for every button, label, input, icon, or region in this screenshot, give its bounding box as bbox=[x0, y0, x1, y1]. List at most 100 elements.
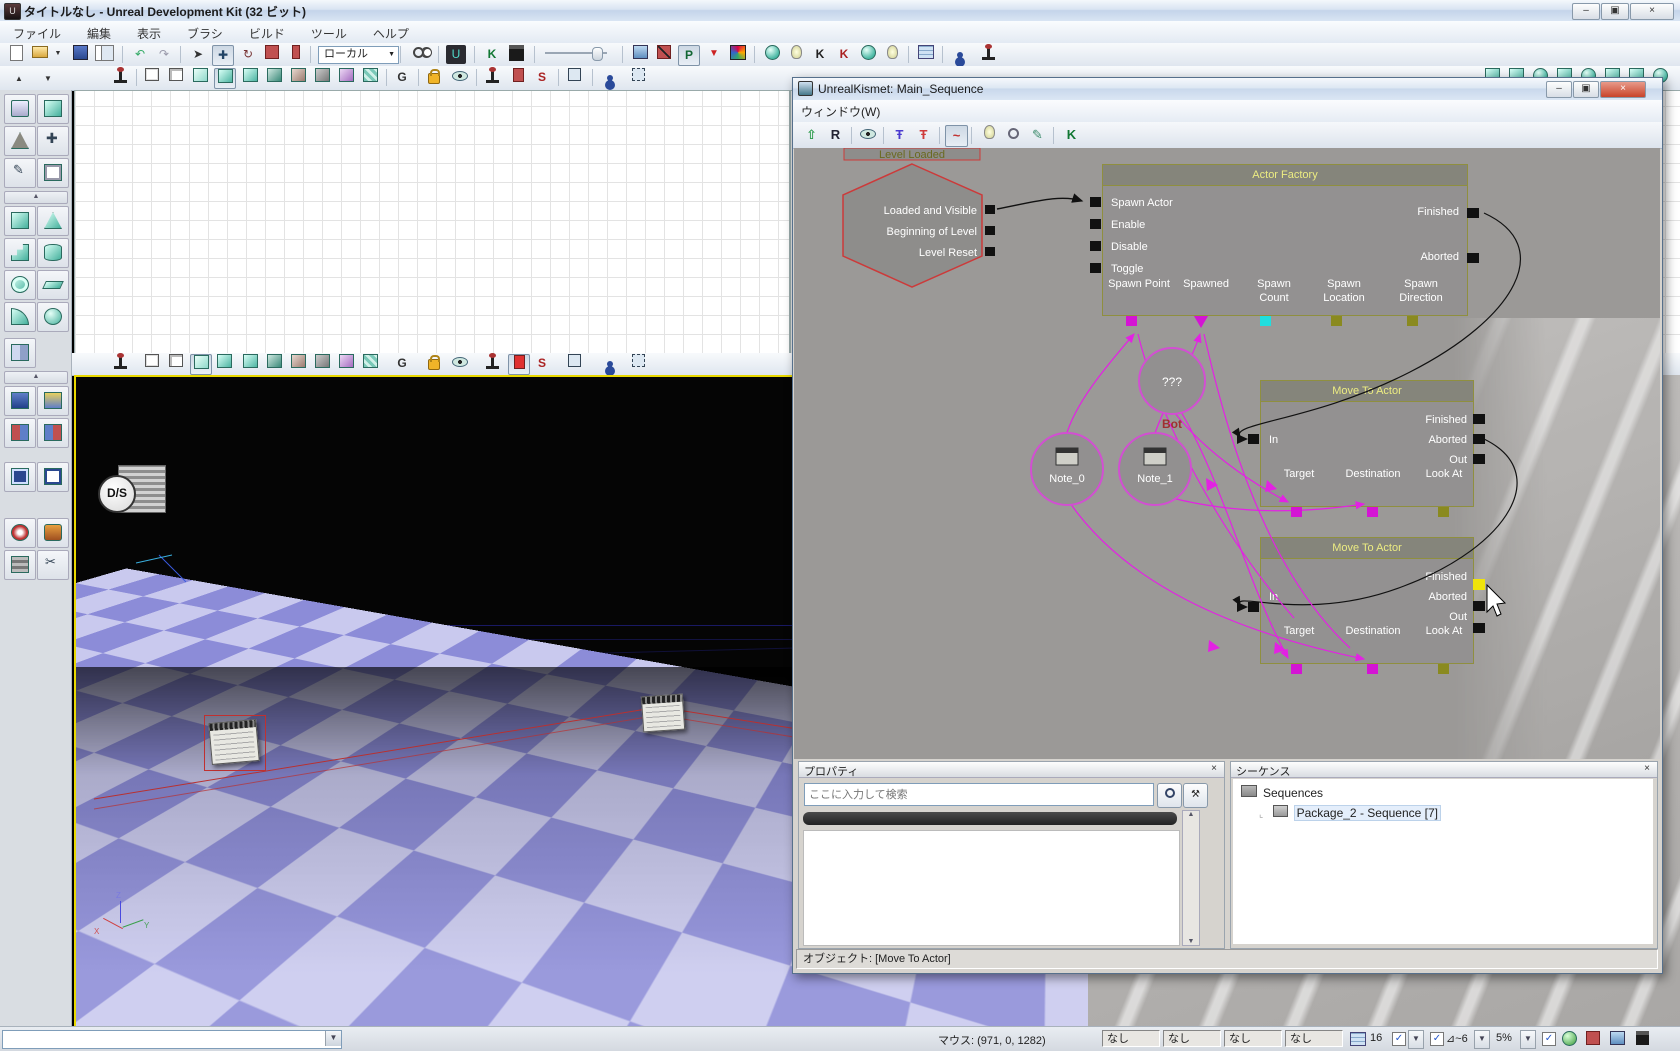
menu-tools[interactable]: ツール bbox=[298, 21, 360, 42]
p-game-view-icon[interactable]: G bbox=[392, 354, 412, 373]
lit-mode-icon[interactable] bbox=[214, 68, 236, 89]
kismet-menu-window[interactable]: ウィンドウ(W) bbox=[793, 100, 888, 123]
square-select-icon[interactable] bbox=[564, 68, 584, 87]
status-camera-icon[interactable] bbox=[1636, 1031, 1649, 1048]
csg-subtract-button[interactable] bbox=[37, 386, 69, 416]
af-port-toggle[interactable] bbox=[1090, 263, 1101, 273]
variable-bot-circle[interactable] bbox=[1139, 348, 1205, 414]
properties-body[interactable] bbox=[803, 830, 1180, 946]
undo-icon[interactable]: ↶ bbox=[130, 45, 150, 64]
select-grid-button[interactable] bbox=[4, 550, 36, 580]
sheet-primitive-button[interactable] bbox=[37, 270, 69, 300]
camera-speed-icon[interactable] bbox=[482, 68, 502, 87]
status-field-4[interactable]: なし bbox=[1285, 1030, 1343, 1047]
cylinder-primitive-button[interactable] bbox=[37, 238, 69, 268]
mta1-input-in[interactable]: In bbox=[1269, 434, 1278, 446]
stamp-icon[interactable] bbox=[978, 45, 998, 64]
p-show-flags-icon[interactable] bbox=[450, 354, 470, 373]
geometry-edit-button[interactable]: ✎ bbox=[4, 158, 36, 188]
minimize-button[interactable]: – bbox=[1572, 3, 1600, 20]
mta1-var-target[interactable]: Target bbox=[1269, 467, 1329, 481]
mta2-input-in[interactable]: In bbox=[1269, 591, 1278, 603]
rotation-snap-checkbox[interactable]: ✓ bbox=[1430, 1032, 1444, 1046]
maximize-viewport-icon[interactable] bbox=[110, 68, 130, 87]
close-button[interactable]: × bbox=[1630, 3, 1674, 20]
mta2-var-target[interactable]: Target bbox=[1269, 624, 1329, 638]
note-actor-right[interactable] bbox=[641, 694, 685, 733]
event-port-1[interactable] bbox=[985, 226, 995, 235]
mta2-port-target[interactable] bbox=[1291, 664, 1302, 674]
kismet-rename-icon[interactable]: R bbox=[825, 125, 846, 145]
af-port-spawn-point[interactable] bbox=[1126, 316, 1137, 326]
properties-close-icon[interactable]: × bbox=[1207, 763, 1221, 776]
mta2-var-destination[interactable]: Destination bbox=[1333, 624, 1413, 638]
terrain-mode-button[interactable] bbox=[4, 126, 36, 156]
af-port-spawn-count[interactable] bbox=[1260, 316, 1271, 326]
af-var-spawn-point[interactable]: Spawn Point bbox=[1107, 277, 1171, 291]
mta2-port-look-at[interactable] bbox=[1438, 664, 1449, 674]
cut-tool-button[interactable]: ✂ bbox=[37, 550, 69, 580]
af-input-enable[interactable]: Enable bbox=[1111, 219, 1145, 231]
kismet-close-button[interactable]: × bbox=[1600, 81, 1646, 98]
sequences-tree[interactable]: Sequences ⌞ Package_2 - Sequence [7] bbox=[1233, 779, 1653, 944]
content-browser-icon[interactable]: U bbox=[446, 45, 466, 64]
af-port-disable[interactable] bbox=[1090, 241, 1101, 251]
geometry-visibility-icon[interactable] bbox=[858, 45, 878, 64]
cube-primitive-button[interactable] bbox=[4, 206, 36, 236]
sequences-close-icon[interactable]: × bbox=[1640, 763, 1654, 776]
status-combo-dropdown-icon[interactable]: ▼ bbox=[325, 1031, 341, 1046]
player-start-icon[interactable] bbox=[600, 68, 620, 87]
mta1-port-look-at[interactable] bbox=[1438, 507, 1449, 517]
kismet-open-content-icon[interactable]: ✎ bbox=[1027, 125, 1048, 145]
brush-wire-button[interactable] bbox=[37, 158, 69, 188]
p-lightcomplexity-icon[interactable] bbox=[264, 354, 284, 373]
camera-mode-button[interactable] bbox=[4, 94, 36, 124]
af-output-finished[interactable]: Finished bbox=[1417, 206, 1459, 218]
p-reflections-icon[interactable] bbox=[360, 354, 380, 373]
af-port-enable[interactable] bbox=[1090, 219, 1101, 229]
detach-viewport-icon[interactable] bbox=[628, 68, 648, 87]
grid-snap-checkbox[interactable]: ✓ bbox=[1392, 1032, 1406, 1046]
brushwire-mode-icon[interactable] bbox=[166, 68, 186, 87]
p-texturedensity-icon[interactable] bbox=[312, 354, 332, 373]
p-scale-grid-icon[interactable]: S bbox=[532, 354, 552, 373]
mta2-output-aborted[interactable]: Aborted bbox=[1428, 591, 1467, 603]
hide-selected-button[interactable] bbox=[37, 518, 69, 548]
mta1-port-target[interactable] bbox=[1291, 507, 1302, 517]
toolbox-separator-1[interactable]: ▲ bbox=[4, 191, 68, 204]
add-volume-button[interactable] bbox=[37, 462, 69, 492]
scale-snap-checkbox[interactable]: ✓ bbox=[1542, 1032, 1556, 1046]
save-all-icon[interactable] bbox=[94, 45, 114, 64]
note-actor-left[interactable] bbox=[208, 719, 259, 765]
maximize-button[interactable]: ▣ bbox=[1601, 3, 1629, 20]
grid-dropdown-icon[interactable]: ▼ bbox=[1408, 1030, 1424, 1049]
viewport-combo-down-icon[interactable]: ▼ bbox=[38, 68, 58, 87]
play-in-editor-icon[interactable]: P bbox=[678, 45, 700, 66]
af-input-toggle[interactable]: Toggle bbox=[1111, 263, 1143, 275]
mta1-port-in[interactable] bbox=[1248, 434, 1259, 444]
lightcomplexity-mode-icon[interactable] bbox=[264, 68, 284, 87]
build-paths-err-icon[interactable]: K bbox=[834, 45, 854, 64]
scale-nonuniform-icon[interactable] bbox=[286, 45, 306, 64]
menu-brush[interactable]: ブラシ bbox=[174, 21, 236, 42]
mta1-var-destination[interactable]: Destination bbox=[1333, 467, 1413, 481]
menu-help[interactable]: ヘルプ bbox=[360, 21, 422, 42]
volumes-book-button[interactable] bbox=[4, 338, 36, 368]
wireframe-mode-icon[interactable] bbox=[142, 68, 162, 87]
properties-category-bar[interactable] bbox=[803, 812, 1177, 825]
event-port-0[interactable] bbox=[985, 205, 995, 214]
af-port-spawn-actor[interactable] bbox=[1090, 197, 1101, 207]
kismet-zoom-out-icon[interactable]: Ŧ bbox=[913, 125, 934, 145]
mta2-port-destination[interactable] bbox=[1367, 664, 1378, 674]
p-unlit-icon[interactable] bbox=[190, 354, 212, 375]
scale-dropdown-icon[interactable]: ▼ bbox=[1520, 1030, 1536, 1049]
p-brushwire-icon[interactable] bbox=[166, 354, 186, 373]
cone-primitive-button[interactable] bbox=[37, 206, 69, 236]
af-var-spawned[interactable]: Spawned bbox=[1174, 277, 1238, 291]
toolbox-separator-2[interactable]: ▲ bbox=[4, 371, 68, 384]
af-port-aborted[interactable] bbox=[1467, 253, 1479, 263]
sphere-primitive-button[interactable] bbox=[37, 302, 69, 332]
build-all-icon[interactable] bbox=[728, 45, 748, 64]
mta1-var-look-at[interactable]: Look At bbox=[1423, 467, 1465, 481]
lock-viewport-icon[interactable] bbox=[424, 68, 444, 87]
